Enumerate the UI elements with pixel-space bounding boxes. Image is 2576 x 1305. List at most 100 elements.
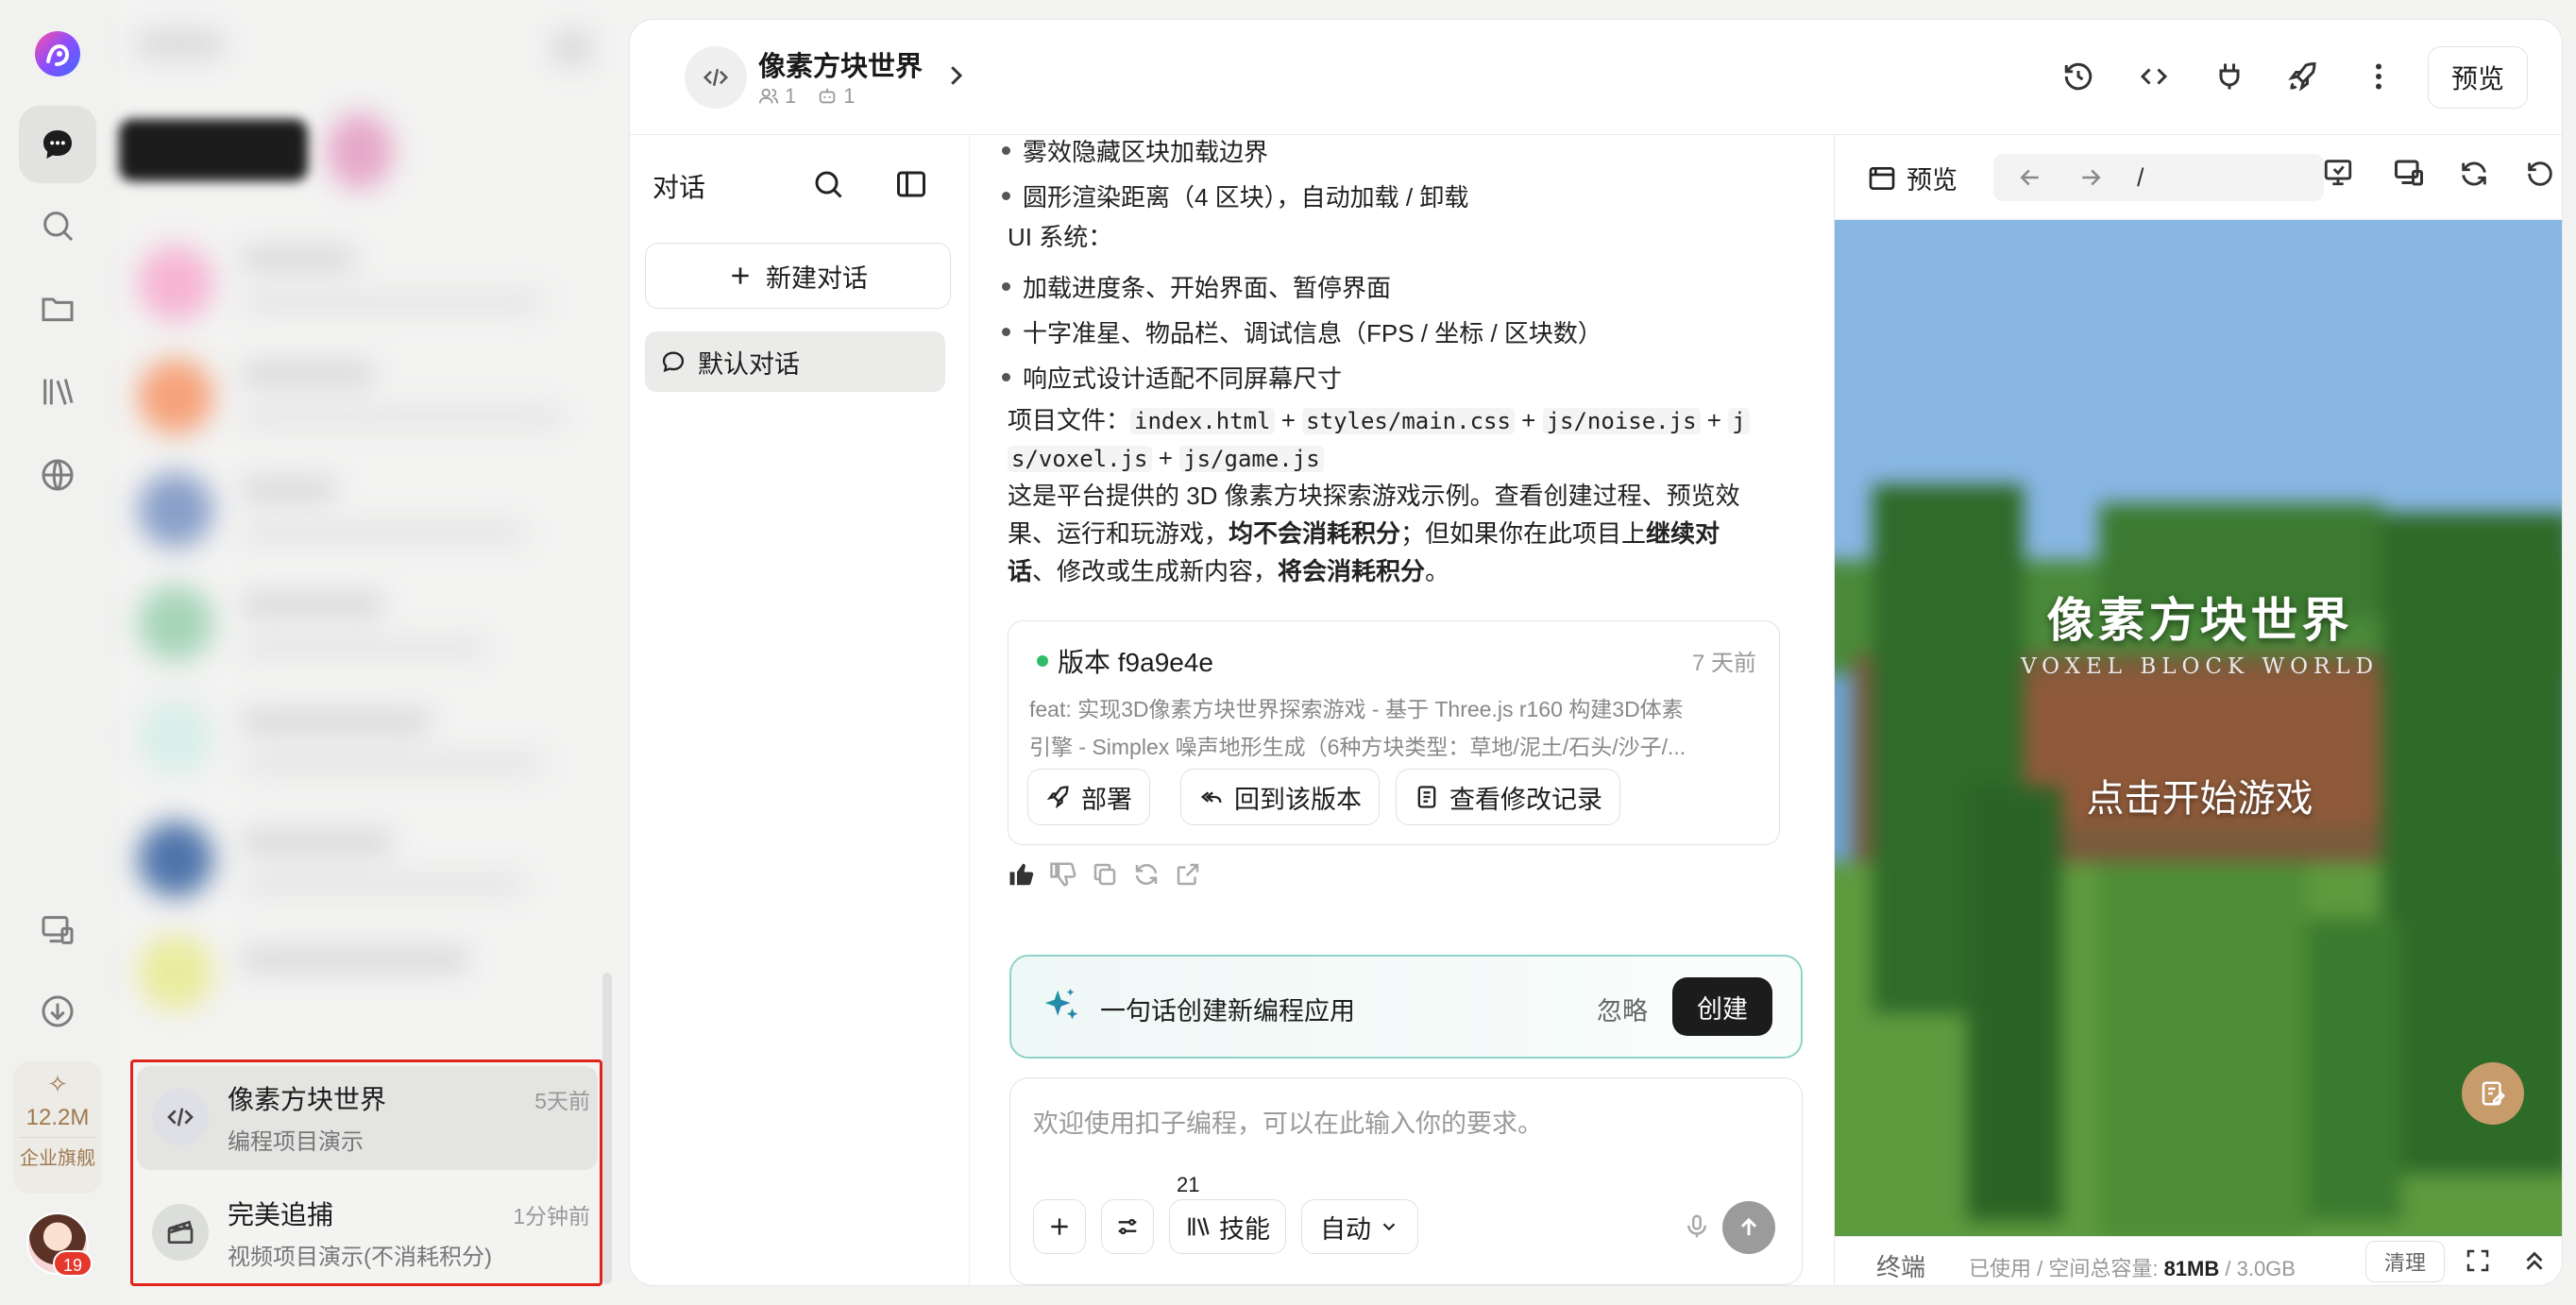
project-meta: 1 1 (758, 84, 856, 109)
chat-area: 雾效隐藏区块加载边界 圆形渲染距离（4 区块），自动加载 / 卸载 UI 系统：… (970, 133, 1834, 1285)
preview-pane: 预览 / 像素方块世界 VOXEL BLOCK WORLD 点击开始游戏 终端 … (1834, 135, 2562, 1285)
more-icon[interactable] (2362, 59, 2396, 93)
left-rail: ✧ 12.2M 企业旗舰 19 (0, 0, 119, 1305)
conversation-label: 默认对话 (698, 349, 800, 379)
rocket-icon (1045, 784, 1072, 810)
thumbs-up-icon[interactable] (1008, 860, 1036, 889)
highlighted-project-list: 像素方块世界 编程项目演示 5天前 完美追捕 视频项目演示(不消耗积分) 1分钟… (130, 1059, 602, 1286)
new-chat-label: 新建对话 (766, 263, 868, 293)
deploy-button[interactable]: 部署 (1027, 769, 1150, 825)
project-time: 5天前 (534, 1089, 590, 1113)
forward-arrow-icon[interactable] (2076, 163, 2105, 192)
folder-icon[interactable] (19, 270, 96, 347)
ignore-button[interactable]: 忽略 (1597, 991, 1648, 1027)
version-description: 引擎 - Simplex 噪声地形生成（6种方块类型：草地/泥土/石头/沙子/.… (1029, 735, 1686, 759)
clapperboard-icon (152, 1204, 209, 1261)
project-item-voxel-world[interactable]: 像素方块世界 编程项目演示 5天前 (137, 1066, 598, 1170)
top-bar: 像素方块世界 1 1 预览 (630, 20, 2562, 135)
project-title: 像素方块世界 (228, 1085, 387, 1114)
logo-icon[interactable] (25, 21, 91, 87)
history-icon[interactable] (2061, 59, 2095, 93)
project-subtitle: 编程项目演示 (228, 1129, 364, 1155)
library-icon[interactable] (19, 353, 96, 431)
create-button[interactable]: 创建 (1672, 977, 1772, 1036)
project-item-perfect-chase[interactable]: 完美追捕 视频项目演示(不消耗积分) 1分钟前 (137, 1181, 598, 1285)
members-count: 1 (785, 84, 797, 108)
settings-button[interactable] (1101, 1199, 1154, 1254)
workspace-card: 像素方块世界 1 1 预览 对话 新建对话 默认对话 雾效隐藏区块加载边界 圆形… (629, 19, 2563, 1286)
project-time: 1分钟前 (513, 1204, 590, 1229)
preview-title: 预览 (1867, 160, 1957, 196)
skills-button[interactable]: 技能 (1169, 1199, 1286, 1254)
sidebar-toggle-icon[interactable] (894, 167, 928, 201)
start-game-button[interactable]: 点击开始游戏 (1835, 768, 2562, 822)
clear-button[interactable]: 清理 (2365, 1241, 2445, 1282)
search-icon[interactable] (811, 167, 845, 201)
version-card: 版本 f9a9e4e 7 天前 feat: 实现3D像素方块世界探索游戏 - 基… (1008, 620, 1780, 845)
collapse-up-icon[interactable] (2520, 1246, 2549, 1275)
members-icon (758, 86, 779, 107)
regenerate-icon[interactable] (1132, 860, 1161, 889)
globe-icon[interactable] (19, 436, 96, 514)
message-input[interactable]: 欢迎使用扣子编程，可以在此输入你的要求。 (1033, 1103, 1543, 1140)
code-view-icon[interactable] (2137, 59, 2171, 93)
chevron-right-icon[interactable] (941, 61, 970, 90)
credits-value: 12.2M (25, 1105, 90, 1130)
bots-count: 1 (843, 84, 856, 108)
conversation-sidebar: 对话 新建对话 默认对话 (630, 135, 970, 1285)
message-bullet: 雾效隐藏区块加载边界 (1001, 133, 1268, 168)
copy-icon[interactable] (1091, 860, 1119, 889)
back-arrow-icon[interactable] (2016, 163, 2044, 192)
project-code-icon[interactable] (685, 46, 747, 109)
credits-panel[interactable]: ✧ 12.2M 企业旗舰 (13, 1061, 102, 1194)
version-time: 7 天前 (1691, 651, 1756, 676)
plug-icon[interactable] (2212, 59, 2246, 93)
chat-icon[interactable] (19, 106, 96, 183)
revert-version-button[interactable]: 回到该版本 (1180, 769, 1380, 825)
add-attachment-button[interactable] (1033, 1199, 1086, 1254)
fullscreen-icon[interactable] (2464, 1246, 2492, 1275)
edit-button[interactable] (2462, 1062, 2524, 1125)
project-subtitle: 视频项目演示(不消耗积分) (228, 1245, 492, 1270)
message-bullet: 加载进度条、开始界面、暂停界面 (1001, 269, 1391, 304)
new-chat-button[interactable]: 新建对话 (645, 243, 951, 309)
tooltip (119, 119, 308, 181)
desktop-view-icon[interactable] (2392, 156, 2426, 190)
terminal-tab[interactable]: 终端 (1876, 1248, 1925, 1283)
game-canvas[interactable]: 像素方块世界 VOXEL BLOCK WORLD 点击开始游戏 (1835, 220, 2562, 1236)
suggestion-banner: 一句话创建新编程应用 忽略 创建 (1009, 955, 1803, 1059)
suggestion-text: 一句话创建新编程应用 (1100, 997, 1355, 1025)
thumbs-down-icon[interactable] (1049, 860, 1077, 889)
sparkle-icon: ✧ (47, 1070, 68, 1098)
game-subtitle: VOXEL BLOCK WORLD (2020, 654, 2380, 679)
chat-bubble-icon (660, 348, 686, 375)
arrow-up-icon (1740, 1217, 1757, 1236)
preview-button[interactable]: 预览 (2428, 46, 2528, 109)
status-dot (1037, 655, 1048, 667)
project-files-line: 项目文件： index.html + styles/main.css + js/n… (1008, 401, 1750, 440)
send-button[interactable] (1722, 1201, 1775, 1254)
search-icon[interactable] (19, 187, 96, 264)
browser-icon (1869, 166, 1895, 190)
version-title: 版本 f9a9e4e (1058, 648, 1213, 677)
history-scrollbar[interactable] (602, 973, 612, 1284)
preview-path[interactable]: / (2137, 163, 2144, 193)
sliders-icon (1118, 1218, 1137, 1235)
note-line: 话、修改或生成新内容，将会消耗积分。 (1008, 557, 1450, 585)
project-name[interactable]: 像素方块世界 (758, 44, 923, 84)
mode-select[interactable]: 自动 (1301, 1199, 1418, 1254)
chevron-down-icon (1382, 1223, 1396, 1231)
microphone-icon[interactable] (1683, 1212, 1711, 1241)
view-changes-button[interactable]: 查看修改记录 (1396, 769, 1620, 825)
screenshot-icon[interactable] (2322, 156, 2354, 188)
rocket-icon[interactable] (2286, 59, 2320, 93)
reset-icon[interactable] (2524, 158, 2556, 190)
note-line: 果、运行和玩游戏，均不会消耗积分；但如果你在此项目上继续对 (1008, 519, 1720, 548)
devices-icon[interactable] (19, 891, 96, 969)
notification-badge: 19 (53, 1250, 93, 1277)
conversation-item[interactable]: 默认对话 (645, 331, 945, 392)
download-icon[interactable] (19, 973, 96, 1050)
share-icon[interactable] (1174, 860, 1202, 889)
plus-icon (728, 263, 753, 288)
refresh-icon[interactable] (2458, 158, 2490, 190)
